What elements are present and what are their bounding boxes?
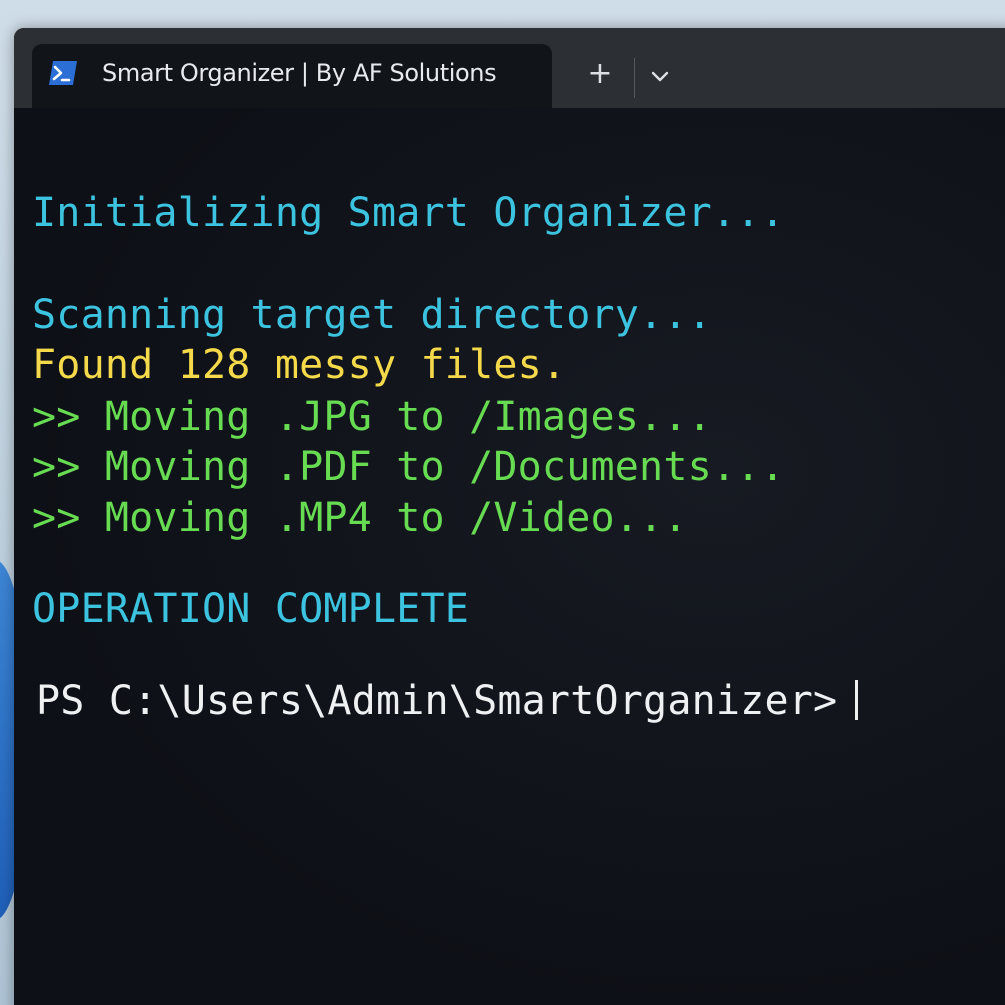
output-line-operation-complete: OPERATION COMPLETE	[32, 586, 470, 632]
prompt-text: PS C:\Users\Admin\SmartOrganizer>	[36, 678, 838, 724]
tab-title: Smart Organizer | By AF Solutions	[102, 59, 497, 87]
tab-dropdown-button[interactable]	[642, 58, 678, 94]
terminal-window: Smart Organizer | By AF Solutions + Init…	[14, 28, 1005, 1005]
chevron-down-icon	[642, 71, 678, 98]
powershell-icon	[48, 60, 78, 86]
tab-divider	[634, 58, 635, 98]
title-bar: Smart Organizer | By AF Solutions +	[14, 28, 1005, 108]
output-line-move-jpg: >> Moving .JPG to /Images...	[32, 394, 712, 440]
new-tab-button[interactable]: +	[580, 54, 620, 94]
output-line-scanning: Scanning target directory...	[32, 292, 712, 338]
output-line-initializing: Initializing Smart Organizer...	[32, 190, 785, 236]
output-line-found-files: Found 128 messy files.	[32, 342, 567, 388]
output-line-move-mp4: >> Moving .MP4 to /Video...	[32, 495, 688, 541]
terminal-output[interactable]: Initializing Smart Organizer... Scanning…	[14, 108, 1005, 1005]
tab-smart-organizer[interactable]: Smart Organizer | By AF Solutions	[32, 44, 552, 108]
command-prompt[interactable]: PS C:\Users\Admin\SmartOrganizer>	[36, 678, 859, 724]
output-line-move-pdf: >> Moving .PDF to /Documents...	[32, 444, 785, 490]
desktop: Smart Organizer | By AF Solutions + Init…	[0, 0, 1005, 1005]
text-cursor	[855, 680, 859, 720]
